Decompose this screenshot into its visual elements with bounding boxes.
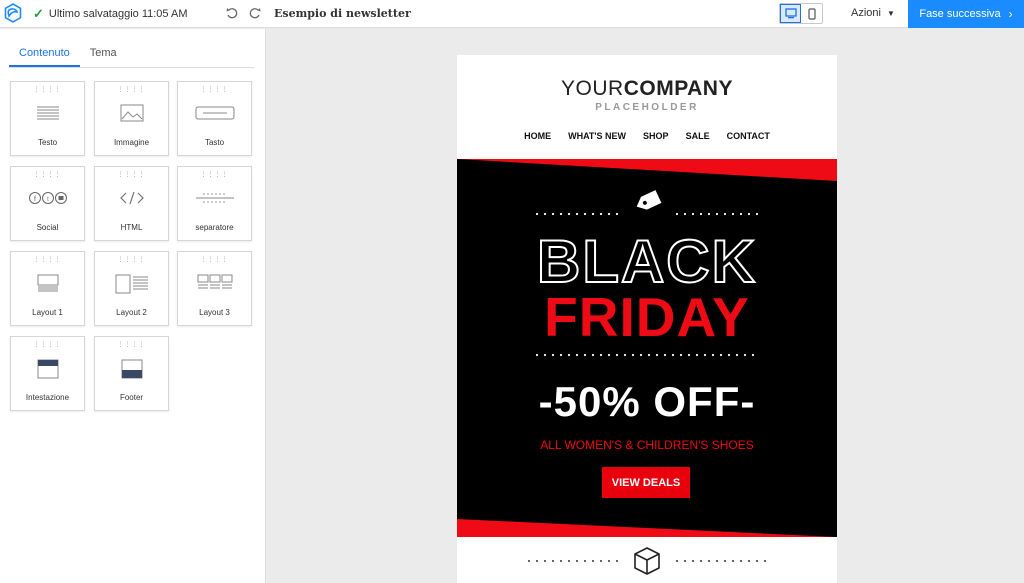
block-label: Layout 2 — [116, 308, 147, 317]
chevron-right-icon: › — [1008, 7, 1013, 21]
layout-2-icon — [115, 274, 148, 294]
block-layout-2[interactable]: ⋮⋮⋮⋮ Layout 2 — [94, 251, 169, 326]
email-nav: HOME WHAT'S NEW SHOP SALE CONTACT — [457, 131, 837, 141]
nav-sale[interactable]: SALE — [686, 131, 710, 141]
discount-text: -50% OFF- — [538, 378, 756, 425]
drag-handle-icon[interactable]: ⋮⋮⋮⋮ — [11, 172, 84, 178]
block-immagine[interactable]: ⋮⋮⋮⋮ Immagine — [94, 81, 169, 156]
block-label: Immagine — [113, 138, 150, 147]
next-step-button[interactable]: Fase successiva › — [908, 0, 1024, 28]
app-logo-icon[interactable] — [2, 2, 24, 24]
block-label: Testo — [37, 138, 58, 147]
brand-subtitle: PLACEHOLDER — [595, 102, 699, 113]
block-label: Tasto — [204, 138, 225, 147]
drag-handle-icon[interactable]: ⋮⋮⋮⋮ — [11, 257, 84, 263]
svg-text:t: t — [47, 197, 49, 203]
block-label: Social — [36, 223, 59, 232]
brand-part-1: YOUR — [561, 77, 624, 100]
save-status-text: Ultimo salvataggio 11:05 AM — [48, 7, 188, 20]
brand-part-2: COMPANY — [623, 77, 733, 100]
layout-3-icon — [197, 274, 232, 289]
hero-banner[interactable]: BLACK FRIDAY -50% OFF- ALL WOMEN'S & CHI… — [457, 159, 837, 537]
drag-handle-icon[interactable]: ⋮⋮⋮⋮ — [178, 257, 251, 263]
monitor-icon — [784, 8, 797, 19]
text-lines-icon — [36, 106, 59, 120]
block-footer[interactable]: ⋮⋮⋮⋮ Footer — [94, 336, 169, 411]
actions-menu[interactable]: Azioni ▼ — [851, 7, 895, 19]
header-icon — [37, 359, 58, 379]
block-testo[interactable]: ⋮⋮⋮⋮ Testo — [10, 81, 85, 156]
tab-contenuto[interactable]: Contenuto — [9, 43, 80, 67]
nav-contact[interactable]: CONTACT — [727, 131, 770, 141]
caret-down-icon: ▼ — [886, 8, 895, 18]
drag-handle-icon[interactable]: ⋮⋮⋮⋮ — [178, 87, 251, 93]
block-label: HTML — [120, 223, 143, 232]
nav-home[interactable]: HOME — [524, 131, 551, 141]
content-panel: Contenuto Tema ⋮⋮⋮⋮ Testo ⋮⋮⋮⋮ Immagine … — [0, 29, 266, 583]
drag-handle-icon[interactable]: ⋮⋮⋮⋮ — [11, 342, 84, 348]
undo-icon[interactable] — [225, 6, 239, 20]
drag-handle-icon[interactable]: ⋮⋮⋮⋮ — [95, 87, 168, 93]
save-status: ✓ Ultimo salvataggio 11:05 AM — [33, 7, 188, 20]
button-icon — [195, 106, 234, 120]
block-intestazione[interactable]: ⋮⋮⋮⋮ Intestazione — [10, 336, 85, 411]
footer-icon — [121, 359, 142, 379]
drag-handle-icon[interactable]: ⋮⋮⋮⋮ — [95, 342, 168, 348]
nav-shop[interactable]: SHOP — [643, 131, 669, 141]
promo-subline: ALL WOMEN'S & CHILDREN'S SHOES — [540, 438, 754, 452]
block-layout-3[interactable]: ⋮⋮⋮⋮ Layout 3 — [177, 251, 252, 326]
drag-handle-icon[interactable]: ⋮⋮⋮⋮ — [178, 172, 251, 178]
block-html[interactable]: ⋮⋮⋮⋮ HTML — [94, 166, 169, 241]
divider-icon — [195, 193, 234, 203]
drag-handle-icon[interactable]: ⋮⋮⋮⋮ — [11, 87, 84, 93]
block-layout-1[interactable]: ⋮⋮⋮⋮ Layout 1 — [10, 251, 85, 326]
top-bar: ✓ Ultimo salvataggio 11:05 AM Esempio di… — [0, 0, 1024, 28]
company-logo[interactable]: YOURCOMPANY — [457, 77, 837, 101]
email-preview[interactable]: YOURCOMPANY PLACEHOLDER HOME WHAT'S NEW … — [457, 55, 837, 583]
image-icon — [120, 104, 143, 122]
code-icon — [119, 191, 144, 205]
desktop-view-button[interactable] — [780, 4, 802, 23]
tab-tema[interactable]: Tema — [80, 43, 127, 67]
block-label: Intestazione — [25, 393, 70, 402]
nav-whats-new[interactable]: WHAT'S NEW — [568, 131, 626, 141]
block-separatore[interactable]: ⋮⋮⋮⋮ separatore — [177, 166, 252, 241]
block-social[interactable]: ⋮⋮⋮⋮ ft Social — [10, 166, 85, 241]
document-title[interactable]: Esempio di newsletter — [274, 7, 411, 20]
view-toggle — [779, 3, 823, 24]
next-step-label: Fase successiva — [919, 8, 1001, 20]
block-label: Footer — [119, 393, 144, 402]
layout-1-icon — [37, 274, 58, 292]
phone-icon — [807, 7, 816, 20]
block-label: Layout 1 — [32, 308, 63, 317]
block-label: Layout 3 — [199, 308, 230, 317]
redo-icon[interactable] — [248, 6, 262, 20]
block-label: separatore — [195, 223, 234, 232]
view-deals-button[interactable]: VIEW DEALS — [602, 467, 690, 498]
svg-text:f: f — [34, 196, 36, 203]
drag-handle-icon[interactable]: ⋮⋮⋮⋮ — [95, 172, 168, 178]
drag-handle-icon[interactable]: ⋮⋮⋮⋮ — [95, 257, 168, 263]
panel-tabs: Contenuto Tema — [9, 43, 254, 68]
mobile-view-button[interactable] — [801, 4, 822, 23]
box-divider — [528, 547, 766, 575]
hero-title-friday: FRIDAY — [544, 286, 750, 348]
box-icon — [634, 547, 660, 575]
check-icon: ✓ — [33, 6, 44, 21]
actions-label: Azioni — [851, 7, 881, 19]
social-icon: ft — [28, 192, 67, 204]
block-tasto[interactable]: ⋮⋮⋮⋮ Tasto — [177, 81, 252, 156]
